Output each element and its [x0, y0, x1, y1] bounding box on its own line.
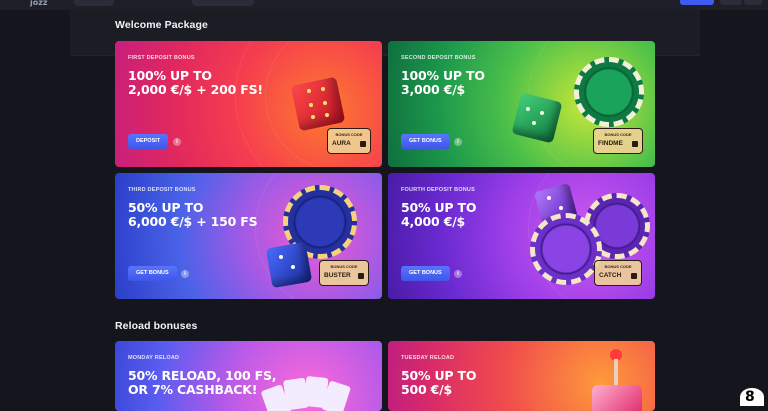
top-bar: jozz: [0, 0, 768, 10]
slot-lever-icon: [588, 349, 648, 411]
get-bonus-button[interactable]: GET BONUS: [401, 266, 450, 281]
green-chip-icon: [574, 57, 644, 127]
bonus-code-buster[interactable]: BONUS CODE BUSTER: [319, 260, 369, 286]
settings-button[interactable]: [744, 0, 762, 5]
card-kicker: THIRD DEPOSIT BONUS: [128, 187, 196, 193]
bonus-code-findme[interactable]: BONUS CODE FINDME: [593, 128, 643, 154]
info-icon[interactable]: i: [173, 138, 181, 146]
blue-dice-icon: [265, 241, 317, 293]
copy-icon[interactable]: [358, 272, 364, 279]
card-headline: 50% RELOAD, 100 FS, OR 7% CASHBACK!: [128, 368, 277, 397]
card-headline: 50% UP TO 6,000 €/$ + 150 FS: [128, 200, 258, 229]
monday-reload-card[interactable]: MONDAY RELOAD 50% RELOAD, 100 FS, OR 7% …: [115, 341, 382, 411]
card-kicker: FOURTH DEPOSIT BONUS: [401, 187, 475, 193]
info-icon[interactable]: i: [181, 270, 189, 278]
red-dice-icon: [290, 75, 355, 135]
purple-chip-icon: [530, 213, 602, 285]
bonus-code-catch[interactable]: BONUS CODE CATCH: [594, 260, 642, 286]
bonus-code-value: CATCH: [599, 272, 622, 279]
search-box[interactable]: [192, 0, 254, 6]
tuesday-reload-card[interactable]: TUESDAY RELOAD 50% UP TO 500 €/$: [388, 341, 655, 411]
reload-bonuses-title: Reload bonuses: [115, 320, 198, 332]
welcome-package-title: Welcome Package: [115, 19, 208, 31]
deposit-button[interactable]: DEPOSIT: [128, 134, 169, 149]
playing-cards-icon: [260, 375, 355, 411]
bonus-code-label: BONUS CODE: [604, 264, 632, 269]
chat-button[interactable]: 8: [740, 388, 764, 406]
get-bonus-button[interactable]: GET BONUS: [401, 134, 450, 149]
bonus-code-label: BONUS CODE: [330, 264, 358, 269]
card-headline: 100% UP TO 3,000 €/$: [401, 68, 485, 97]
copy-icon[interactable]: [360, 140, 366, 147]
sign-up-button[interactable]: [680, 0, 714, 5]
bonus-code-aura[interactable]: BONUS CODE AURA: [327, 128, 371, 154]
first-deposit-card[interactable]: FIRST DEPOSIT BONUS 100% UP TO 2,000 €/$…: [115, 41, 382, 167]
menu-button[interactable]: [720, 0, 742, 5]
fourth-deposit-card[interactable]: FOURTH DEPOSIT BONUS 50% UP TO 4,000 €/$…: [388, 173, 655, 299]
bonus-code-label: BONUS CODE: [604, 132, 632, 137]
second-deposit-card[interactable]: SECOND DEPOSIT BONUS 100% UP TO 3,000 €/…: [388, 41, 655, 167]
get-bonus-button[interactable]: GET BONUS: [128, 266, 177, 281]
bonus-code-value: AURA: [332, 140, 351, 147]
card-headline: 100% UP TO 2,000 €/$ + 200 FS!: [128, 68, 263, 97]
card-kicker: SECOND DEPOSIT BONUS: [401, 55, 476, 61]
site-logo[interactable]: jozz: [30, 0, 48, 7]
green-dice-icon: [511, 92, 564, 145]
card-kicker: MONDAY RELOAD: [128, 355, 180, 361]
card-kicker: FIRST DEPOSIT BONUS: [128, 55, 195, 61]
card-headline: 50% UP TO 500 €/$: [401, 368, 477, 397]
info-icon[interactable]: i: [454, 270, 462, 278]
card-headline: 50% UP TO 4,000 €/$: [401, 200, 477, 229]
nav-tab[interactable]: [74, 0, 114, 6]
card-kicker: TUESDAY RELOAD: [401, 355, 455, 361]
bonus-code-value: BUSTER: [324, 272, 351, 279]
bonus-code-value: FINDME: [598, 140, 623, 147]
copy-icon[interactable]: [631, 272, 637, 279]
copy-icon[interactable]: [632, 140, 638, 147]
bonus-code-label: BONUS CODE: [335, 132, 363, 137]
info-icon[interactable]: i: [454, 138, 462, 146]
third-deposit-card[interactable]: THIRD DEPOSIT BONUS 50% UP TO 6,000 €/$ …: [115, 173, 382, 299]
